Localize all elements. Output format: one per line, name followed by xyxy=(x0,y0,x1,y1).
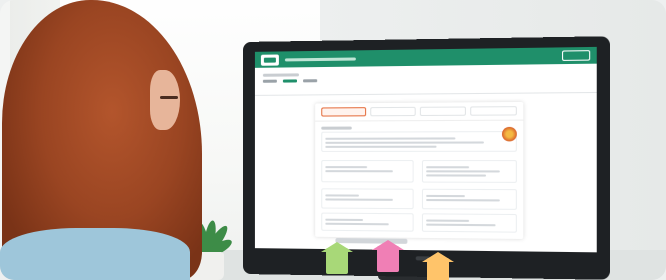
woman-face xyxy=(150,70,180,130)
option-card-3[interactable] xyxy=(321,188,414,210)
photo-scene xyxy=(0,0,666,280)
welcome-line xyxy=(262,73,300,77)
step-2[interactable] xyxy=(370,106,416,117)
glasses-icon xyxy=(160,96,178,99)
option-card-6[interactable] xyxy=(421,213,517,233)
tab-3[interactable] xyxy=(303,79,318,83)
option-card-4[interactable] xyxy=(421,188,517,210)
option-card-2[interactable] xyxy=(421,160,517,183)
progress-steps xyxy=(315,101,524,122)
app-subheader xyxy=(254,63,597,96)
step-1[interactable] xyxy=(321,107,367,117)
intro-card[interactable] xyxy=(321,131,517,152)
sticky-note-icon xyxy=(422,252,454,280)
medal-icon xyxy=(501,126,517,142)
tab-1[interactable] xyxy=(262,79,277,83)
panel-heading xyxy=(321,126,352,130)
content-panel xyxy=(315,101,524,239)
step-3[interactable] xyxy=(419,106,466,117)
app-tabs xyxy=(262,76,588,83)
monitor xyxy=(243,36,610,280)
sticky-note-icon xyxy=(321,242,353,274)
app-logo xyxy=(260,53,279,66)
sticky-note-icon xyxy=(372,240,404,272)
login-button[interactable] xyxy=(562,50,591,61)
monitor-screen xyxy=(254,46,597,253)
woman-shoulder xyxy=(0,228,190,280)
tab-2[interactable] xyxy=(282,79,297,83)
option-card-5[interactable] xyxy=(321,212,414,232)
app-brand-text xyxy=(284,56,356,61)
step-4[interactable] xyxy=(470,106,517,116)
option-card-1[interactable] xyxy=(321,160,414,183)
